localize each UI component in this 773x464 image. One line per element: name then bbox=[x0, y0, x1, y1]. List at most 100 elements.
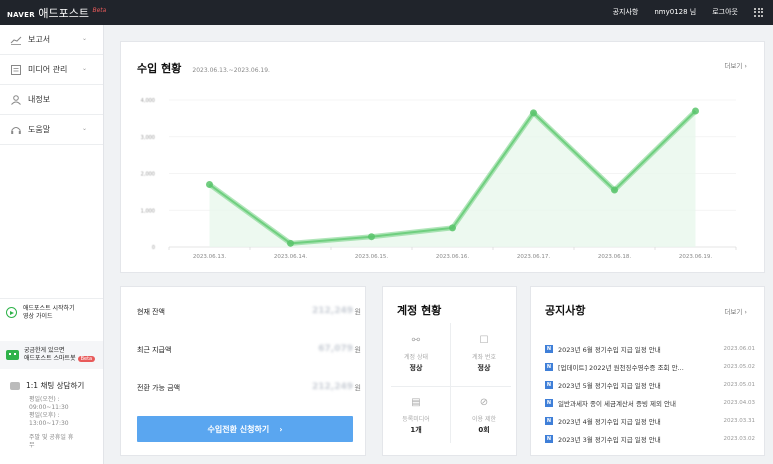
notice-text: [업데이트] 2022년 원천징수영수증 조회 안... bbox=[558, 364, 684, 372]
sidebar-item-media[interactable]: 미디어 관리 ⌄ bbox=[0, 55, 103, 85]
revenue-card: 수입 현황 2023.06.13.~2023.06.19. 더보기 › 0 1,0… bbox=[120, 41, 765, 273]
consult-hours: 평일(오전) : 09:00~11:30 평일(오후) : 13:00~17:3… bbox=[29, 396, 73, 450]
x-tick-label: 2023.06.19. bbox=[679, 254, 712, 260]
notice-card: 공지사항 더보기 › N 2023년 6월 정기수입 지급 일정 안내 2023.0… bbox=[530, 286, 765, 456]
new-badge: N bbox=[545, 417, 553, 425]
balance-label: 최근 지급액 bbox=[137, 346, 172, 354]
logo[interactable]: NAVER 애드포스트 Beta bbox=[7, 5, 106, 21]
currency-unit: 원 bbox=[354, 346, 361, 354]
notice-date: 2023.05.01 bbox=[723, 382, 756, 388]
balance-label: 현재 잔액 bbox=[137, 308, 165, 316]
notice-item[interactable]: N 2023년 3월 정기수입 지급 일정 안내 2023.03.02 bbox=[545, 430, 755, 448]
notice-text: 2023년 5월 정기수입 지급 일정 안내 bbox=[558, 382, 661, 390]
app-grid-icon[interactable] bbox=[754, 7, 763, 17]
sidebar-item-label: 미디어 관리 bbox=[28, 65, 68, 74]
convert-request-button[interactable]: 수입전환 신청하기 › bbox=[137, 416, 353, 442]
hours-line: 09:00~11:30 bbox=[29, 404, 69, 411]
revenue-chart: 0 1,000 2,000 3,000 4,000 2023.06.13. 2023.06.… bbox=[141, 98, 737, 260]
data-point bbox=[692, 107, 699, 115]
sidebar-item-label: 내정보 bbox=[28, 95, 51, 104]
chat-consult-link[interactable]: 1:1 채팅 상담하기 bbox=[10, 380, 84, 391]
y-tick-label: 1,000 bbox=[141, 208, 155, 214]
top-right-menu: 공지사항 nmy0128 님 로그아웃 bbox=[613, 7, 763, 17]
top-bar: NAVER 애드포스트 Beta 공지사항 nmy0128 님 로그아웃 bbox=[0, 0, 773, 25]
guide-video-banner[interactable]: 애드포스트 시작하기 영상 가이드 bbox=[0, 298, 103, 326]
cell-label: 이용 제한 bbox=[472, 416, 496, 423]
y-tick-label: 0 bbox=[152, 245, 155, 251]
ban-icon: ⊘ bbox=[479, 397, 489, 408]
guide-line2: 영상 가이드 bbox=[23, 312, 53, 320]
x-tick-label: 2023.06.16. bbox=[436, 254, 469, 260]
cell-value: 1개 bbox=[410, 426, 422, 434]
notice-date: 2023.03.31 bbox=[723, 418, 756, 424]
account-status-card: 계정 현황 ⚯ 계정 상태 정상 ☐ 계좌 번호 정상 ▤ 등록미디어 1개 ⊘… bbox=[382, 286, 517, 456]
new-badge: N bbox=[545, 435, 553, 443]
account-number-cell: ☐ 계좌 번호 정상 bbox=[451, 335, 517, 373]
y-tick-label: 4,000 bbox=[141, 98, 155, 104]
user-name[interactable]: nmy0128 님 bbox=[654, 7, 696, 17]
document-icon: ▤ bbox=[411, 397, 421, 408]
chevron-down-icon: ⌄ bbox=[81, 65, 87, 72]
currency-unit: 원 bbox=[354, 308, 361, 316]
data-point bbox=[206, 181, 213, 189]
headset-icon bbox=[11, 126, 21, 134]
sidebar-item-label: 도움말 bbox=[28, 125, 51, 134]
chevron-right-icon: › bbox=[279, 424, 283, 434]
notice-text: 2023년 3월 정기수입 지급 일정 안내 bbox=[558, 436, 661, 444]
notice-text: 2023년 6월 정기수입 지급 일정 안내 bbox=[558, 346, 661, 354]
notice-date: 2023.03.02 bbox=[723, 436, 756, 442]
cell-label: 등록미디어 bbox=[402, 416, 430, 423]
notice-text: 일반과세자 종이 세금계산서 증빙 제외 안내 bbox=[558, 400, 676, 408]
balance-row: 전환 가능 금액 212,249 원 bbox=[137, 382, 361, 393]
naver-logo: NAVER bbox=[7, 11, 35, 19]
balance-row: 최근 지급액 67,079 원 bbox=[137, 344, 361, 355]
notice-item[interactable]: N [업데이트] 2022년 원천징수영수증 조회 안... 2023.05.02 bbox=[545, 358, 755, 376]
registered-media-cell: ▤ 등록미디어 1개 bbox=[383, 397, 449, 435]
person-icon: ⚯ bbox=[411, 335, 421, 346]
data-point bbox=[287, 239, 294, 247]
hours-line: 주말 및 공휴일 휴 bbox=[29, 434, 74, 441]
x-tick-label: 2023.06.14. bbox=[274, 254, 307, 260]
notice-item[interactable]: N 2023년 6월 정기수입 지급 일정 안내 2023.06.01 bbox=[545, 340, 755, 358]
convert-button-label: 수입전환 신청하기 bbox=[207, 424, 270, 434]
cell-value: 0회 bbox=[478, 426, 490, 434]
chevron-down-icon: ⌄ bbox=[81, 35, 87, 42]
account-status-cell: ⚯ 계정 상태 정상 bbox=[383, 335, 449, 373]
media-icon bbox=[11, 64, 21, 75]
notice-item[interactable]: N 일반과세자 종이 세금계산서 증빙 제외 안내 2023.04.03 bbox=[545, 394, 755, 412]
x-tick-label: 2023.06.17. bbox=[517, 254, 550, 260]
new-badge: N bbox=[545, 363, 553, 371]
balance-label: 전환 가능 금액 bbox=[137, 384, 181, 392]
y-tick-label: 2,000 bbox=[141, 172, 155, 178]
divider bbox=[391, 386, 511, 387]
data-point bbox=[611, 186, 618, 194]
data-point bbox=[368, 233, 375, 241]
data-point bbox=[530, 109, 537, 117]
new-badge: N bbox=[545, 399, 553, 407]
smartbot-banner[interactable]: 궁금한게 있으면 애드포스트 스마트봇 Beta bbox=[0, 341, 103, 369]
robot-icon bbox=[6, 350, 19, 360]
x-tick-label: 2023.06.18. bbox=[598, 254, 631, 260]
cell-label: 계정 상태 bbox=[404, 354, 428, 361]
notice-link[interactable]: 공지사항 bbox=[613, 7, 639, 17]
balance-value: 212,249 bbox=[312, 382, 353, 392]
cell-value: 정상 bbox=[477, 364, 491, 372]
sidebar-item-label: 보고서 bbox=[28, 35, 51, 44]
guide-line1: 애드포스트 시작하기 bbox=[23, 304, 75, 312]
sidebar-item-report[interactable]: 보고서 ⌄ bbox=[0, 25, 103, 55]
chevron-down-icon: ⌄ bbox=[81, 125, 87, 132]
sidebar-item-help[interactable]: 도움말 ⌄ bbox=[0, 115, 103, 145]
notice-more-link[interactable]: 더보기 › bbox=[724, 306, 747, 316]
bot-line1: 궁금한게 있으면 bbox=[24, 347, 65, 354]
hours-line: 무 bbox=[29, 442, 35, 449]
notice-item[interactable]: N 2023년 4월 정기수입 지급 일정 안내 2023.03.31 bbox=[545, 412, 755, 430]
notice-text: 2023년 4월 정기수입 지급 일정 안내 bbox=[558, 418, 661, 426]
notice-item[interactable]: N 2023년 5월 정기수입 지급 일정 안내 2023.05.01 bbox=[545, 376, 755, 394]
hours-line: 평일(오전) : bbox=[29, 396, 60, 403]
logout-link[interactable]: 로그아웃 bbox=[712, 7, 738, 17]
chart-line-icon bbox=[10, 36, 22, 45]
usage-limit-cell: ⊘ 이용 제한 0회 bbox=[451, 397, 517, 435]
currency-unit: 원 bbox=[354, 384, 361, 392]
notice-date: 2023.06.01 bbox=[723, 346, 756, 352]
sidebar-item-myinfo[interactable]: 내정보 bbox=[0, 85, 103, 115]
